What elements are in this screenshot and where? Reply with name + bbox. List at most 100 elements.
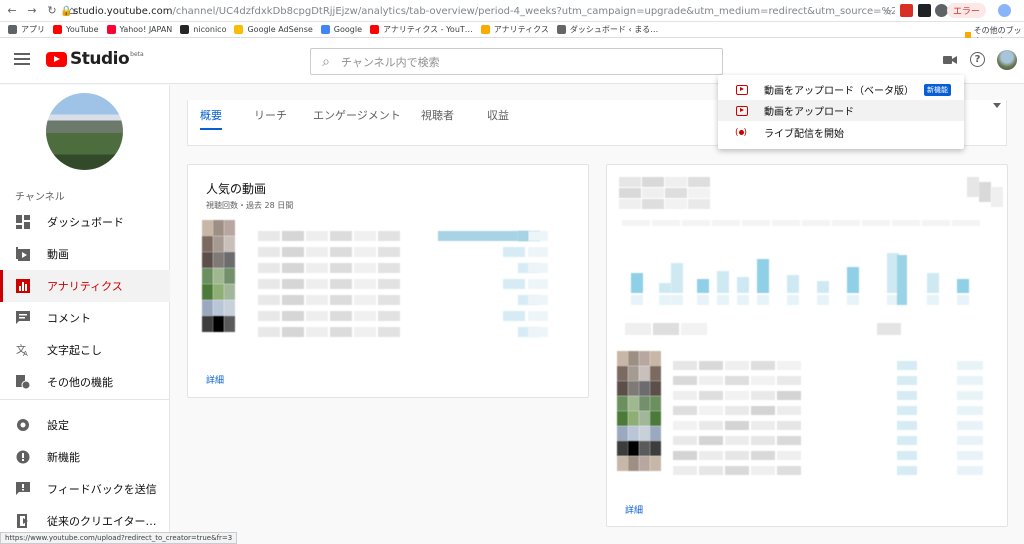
blurred-content — [639, 351, 650, 366]
blurred-content — [725, 466, 749, 475]
blurred-content — [354, 231, 376, 241]
blurred-content — [330, 247, 352, 257]
blurred-content — [897, 406, 917, 415]
blurred-content — [354, 311, 376, 321]
error-label: エラー — [953, 7, 981, 17]
blurred-content — [979, 182, 991, 202]
bookmark-item[interactable]: ダッシュボード ‹ まる… — [556, 24, 659, 35]
bookmark-item[interactable]: アプリ — [8, 24, 45, 35]
bookmark-favicon-icon — [8, 25, 17, 34]
blurred-content — [922, 220, 950, 226]
extension-adblock-icon[interactable] — [900, 4, 913, 17]
sidebar-item[interactable]: コメント — [0, 302, 170, 334]
bookmark-item[interactable]: アナリティクス — [480, 24, 549, 35]
sidebar-item[interactable]: 文 A 文字起こし — [0, 334, 170, 366]
bookmark-label: ダッシュボード ‹ まる… — [569, 25, 659, 34]
bookmark-favicon-icon — [180, 25, 190, 34]
menu-icon[interactable] — [14, 53, 30, 65]
blurred-content — [617, 411, 628, 426]
blurred-content — [725, 361, 749, 370]
blurred-content — [897, 436, 917, 445]
blurred-content — [991, 187, 1003, 207]
blurred-content — [528, 311, 548, 321]
sidebar-item[interactable]: 新機能 — [0, 441, 170, 473]
blurred-content — [213, 268, 224, 284]
blurred-content — [751, 466, 775, 475]
create-video-icon[interactable] — [943, 55, 957, 65]
comment-icon — [15, 310, 31, 326]
sidebar-item[interactable]: その他の機能 — [0, 366, 170, 398]
blurred-content — [642, 177, 664, 187]
realtime-details-link[interactable]: 詳細 — [625, 503, 643, 516]
star-icon[interactable]: ☆ — [880, 3, 896, 19]
sidebar-item[interactable]: ダッシュボード — [0, 206, 170, 238]
blurred-content — [258, 231, 280, 241]
blurred-content — [282, 263, 304, 273]
sidebar-item[interactable]: 設定 — [0, 409, 170, 441]
tab-item[interactable]: リーチ — [254, 100, 287, 130]
upload-item[interactable]: 動画をアップロード — [718, 100, 964, 121]
translate-icon: 文A — [15, 342, 31, 358]
blurred-content — [617, 351, 628, 366]
blurred-content — [877, 323, 901, 335]
tab-item[interactable]: 収益 — [487, 100, 509, 130]
sidebar-item[interactable]: 動画 — [0, 238, 170, 270]
blurred-content — [725, 391, 749, 400]
blurred-content — [725, 451, 749, 460]
profile-error-pill[interactable]: エラー — [947, 3, 987, 18]
blurred-content — [330, 295, 352, 305]
sidebar-item-label: 文字起こし — [47, 344, 102, 357]
search-placeholder: チャンネル内で検索 — [341, 55, 440, 69]
forward-icon[interactable]: → — [24, 3, 40, 19]
blurred-content — [213, 236, 224, 252]
help-icon[interactable]: ? — [970, 52, 985, 67]
blurred-content — [650, 456, 661, 471]
account-avatar[interactable] — [997, 50, 1017, 70]
studio-logo[interactable]: Studio beta — [46, 49, 144, 69]
bookmark-item[interactable]: アナリティクス - YouT… — [370, 24, 473, 35]
bookmark-item[interactable]: YouTube — [53, 25, 99, 34]
blurred-content — [699, 436, 723, 445]
sidebar-item[interactable]: フィードバックを送信 — [0, 473, 170, 505]
blurred-content — [639, 396, 650, 411]
sidebar-item[interactable]: アナリティクス — [0, 270, 170, 302]
blurred-content — [787, 275, 799, 293]
blurred-content — [717, 271, 729, 293]
blurred-content — [665, 188, 687, 198]
blurred-content — [617, 441, 628, 456]
blurred-content — [619, 177, 641, 187]
blurred-content — [777, 376, 801, 385]
youtube-play-icon — [46, 51, 67, 67]
reload-icon[interactable]: ↻ — [44, 3, 60, 19]
blurred-content — [258, 295, 280, 305]
blurred-content — [673, 361, 697, 370]
blurred-content — [619, 188, 641, 198]
blurred-content — [330, 327, 352, 337]
tab-item[interactable]: 概要 — [200, 100, 222, 130]
bookmark-item[interactable]: Yahoo! JAPAN — [106, 25, 172, 34]
popular-details-link[interactable]: 詳細 — [206, 373, 224, 386]
blurred-content — [330, 263, 352, 273]
blurred-content — [202, 236, 213, 252]
go-live-item[interactable]: () ライブ配信を開始 — [718, 122, 964, 143]
url-path: /channel/UC4dzfdxkDb8cpgDtRjjEjzw/analyt… — [172, 5, 895, 17]
extension-x-icon[interactable] — [918, 4, 931, 17]
address-bar[interactable]: 🔒 studio.youtube.com /channel/UC4dzfdxkD… — [60, 3, 895, 19]
blurred-content — [699, 466, 723, 475]
bookmark-item[interactable]: Google AdSense — [234, 25, 313, 34]
tab-item[interactable]: エンゲージメント — [313, 100, 401, 130]
blurred-content — [224, 252, 235, 268]
upload-beta-item[interactable]: 動画をアップロード（ベータ版） 新機能 — [718, 79, 964, 100]
blurred-content — [802, 220, 830, 226]
bookmark-item[interactable]: Google — [320, 25, 362, 34]
channel-search-input[interactable]: ⌕ チャンネル内で検索 — [310, 48, 723, 75]
blurred-content — [639, 411, 650, 426]
sidebar-divider — [0, 399, 170, 400]
back-icon[interactable]: ← — [4, 3, 20, 19]
chevron-down-icon[interactable] — [993, 103, 1001, 108]
channel-avatar[interactable] — [46, 93, 123, 170]
bookmark-item[interactable]: niconico — [180, 25, 226, 34]
tab-item[interactable]: 視聴者 — [421, 100, 454, 130]
profile-icon[interactable] — [998, 4, 1011, 17]
sidebar-item-label: フィードバックを送信 — [47, 483, 157, 496]
